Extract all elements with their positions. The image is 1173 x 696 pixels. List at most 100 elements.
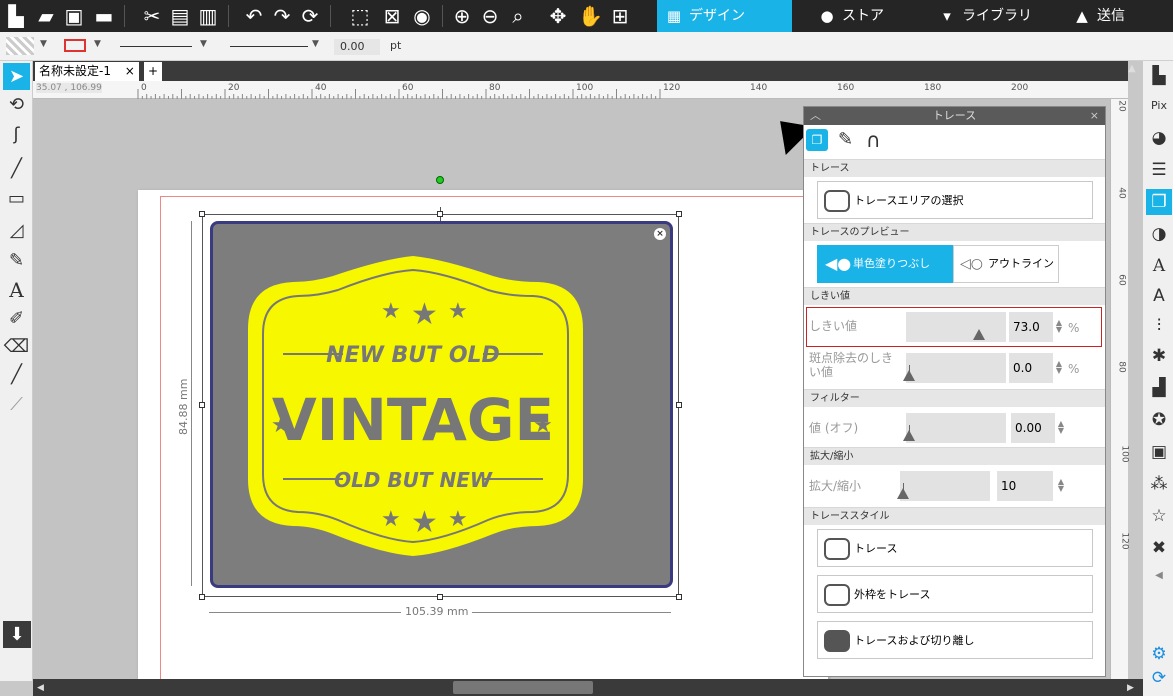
stepper-icon[interactable]: ▲ ▼ [1054,319,1064,334]
noise-input[interactable]: 0.0 [1009,353,1053,383]
filter-slider[interactable] [903,413,1006,443]
fill-swatch[interactable] [6,37,34,55]
undo-icon[interactable]: ↶ [242,4,266,28]
drag-zoom-icon[interactable]: ✥ [546,4,570,28]
copy-icon[interactable]: ▤ [168,4,192,28]
eraser-icon[interactable]: ⌫ [3,333,30,360]
close-tab-icon[interactable]: × [125,64,135,78]
tab-send[interactable]: ▲ 送信 [1065,0,1173,32]
collapse-icon[interactable]: ︿ [810,107,821,125]
line-style-select[interactable] [120,46,192,47]
threshold-slider[interactable] [906,312,1006,342]
trace-mode-icon[interactable]: ❐ [806,129,828,151]
open-folder-icon[interactable]: ▰ [34,4,58,28]
pixscan-icon[interactable]: Pix [1146,93,1172,119]
new-file-icon[interactable]: ▙ [4,4,28,28]
resize-handle[interactable] [676,211,682,217]
zoom-in-icon[interactable]: ⊕ [450,4,474,28]
delete-object-icon[interactable]: × [654,228,666,240]
trace-and-detach-button[interactable]: トレースおよび切り離し [817,621,1093,659]
resize-handle[interactable] [676,594,682,600]
print-icon[interactable]: ▬ [92,4,116,28]
line-width-input[interactable]: 0.00 [334,39,380,55]
scroll-right-icon[interactable]: ▶ [1127,683,1134,693]
preview-outline-button[interactable]: ◁○ アウトライン [953,245,1059,283]
line-join-select[interactable] [230,46,308,47]
redo-icon[interactable]: ↷ [270,4,294,28]
scale-input[interactable]: 10 [997,471,1053,501]
text-path-icon[interactable]: A [1146,283,1172,309]
refresh-icon[interactable]: ⟳ [1146,665,1172,691]
resize-handle[interactable] [199,402,205,408]
tab-design[interactable]: ▦ デザイン [657,0,792,32]
rectangle-tool-icon[interactable]: ▭ [3,185,30,212]
rotate-handle[interactable] [436,176,444,184]
select-trace-area-button[interactable]: トレースエリアの選択 [817,181,1093,219]
eyedropper-icon[interactable]: ✎ [838,129,853,150]
resize-handle[interactable] [676,402,682,408]
select-all-icon[interactable]: ⬚ [348,4,372,28]
deselect-icon[interactable]: ⊠ [380,4,404,28]
transform-icon[interactable]: ✱ [1146,343,1172,369]
stepper-icon[interactable]: ▲ ▼ [1056,478,1066,493]
fill-contrast-icon[interactable]: ◑ [1146,221,1172,247]
knife-icon[interactable]: ╱ [3,361,30,388]
noise-slider[interactable] [903,353,1006,383]
trace-panel-icon[interactable]: ❐ [1146,189,1172,215]
save-icon[interactable]: ▣ [62,4,86,28]
text-style-icon[interactable]: A [1146,253,1172,279]
star-outline-icon[interactable]: ☆ [1146,503,1172,529]
select-by-color-icon[interactable]: ◉ [410,4,434,28]
tab-library[interactable]: ▾ ライブラリ [930,0,1060,32]
stepper-icon[interactable]: ▲ ▼ [1054,360,1064,375]
tab-store[interactable]: ● ストア [810,0,920,32]
cut-icon[interactable]: ✂ [140,4,164,28]
select-tool-icon[interactable]: ➤ [3,63,30,90]
trace-outer-edge-button[interactable]: 外枠をトレース [817,575,1093,613]
threshold-input[interactable]: 73.0 [1009,312,1053,342]
document-tab[interactable]: 名称未設定-1 × [35,62,139,81]
offset-icon[interactable]: ▣ [1146,439,1172,465]
stepper-icon[interactable]: ▲ ▼ [1056,420,1066,435]
collapse-left-icon[interactable]: ◀ [1146,563,1172,589]
filter-input[interactable]: 0.00 [1011,413,1055,443]
resize-handle[interactable] [437,594,443,600]
zoom-select-icon[interactable]: ⌕ [506,4,530,28]
resize-handle[interactable] [199,594,205,600]
modify-icon[interactable]: ✖ [1146,535,1172,561]
chevron-down-icon[interactable]: ▼ [94,39,101,49]
scrollbar-thumb[interactable] [453,681,593,694]
trace-button[interactable]: トレース [817,529,1093,567]
text-edit-icon[interactable]: ✐ [3,305,30,332]
chevron-down-icon[interactable]: ▼ [200,39,207,49]
polygon-tool-icon[interactable]: ◿ [3,217,30,244]
fit-page-icon[interactable]: ⊞ [608,4,632,28]
horizontal-scrollbar[interactable]: ◀ ▶ [33,679,1143,696]
trace-image[interactable]: × ★ ★ ★ NEW BUT OLD ★ ★ VINTAGE OLD BUT NE… [210,221,673,588]
preview-fill-button[interactable]: ◀● 単色塗りつぶし [817,245,953,283]
scale-slider[interactable] [897,471,990,501]
shape-star-icon[interactable]: ✪ [1146,407,1172,433]
redraw-icon[interactable]: ⟳ [298,4,322,28]
line-style-icon[interactable]: ☰ [1146,157,1172,183]
align-icon[interactable]: ⫶ [1146,313,1172,339]
chevron-down-icon[interactable]: ▼ [312,39,319,49]
scroll-left-icon[interactable]: ◀ [37,683,44,693]
edit-points-icon[interactable]: ⟲ [3,91,30,118]
dot-pattern-icon[interactable]: ⁂ [1146,471,1172,497]
scroll-up-icon[interactable]: ▲ [1128,63,1136,74]
settings-gear-icon[interactable]: ⚙ [1146,641,1172,667]
line-tool-icon[interactable]: ╱ [3,155,30,182]
resize-handle[interactable] [437,211,443,217]
add-tab-button[interactable]: + [144,62,162,81]
line-color-swatch[interactable] [64,39,86,52]
magnet-icon[interactable]: ∩ [866,128,881,152]
library-download-icon[interactable]: ⬇ [3,621,31,648]
pan-hand-icon[interactable]: ✋ [578,4,603,28]
eyedropper-icon[interactable]: ⟋ [3,391,30,418]
replicate-icon[interactable]: ▟ [1146,375,1172,401]
close-panel-icon[interactable]: × [1090,107,1099,125]
paste-icon[interactable]: ▥ [196,4,220,28]
palette-icon[interactable]: ◕ [1146,125,1172,151]
chevron-down-icon[interactable]: ▼ [40,39,47,49]
